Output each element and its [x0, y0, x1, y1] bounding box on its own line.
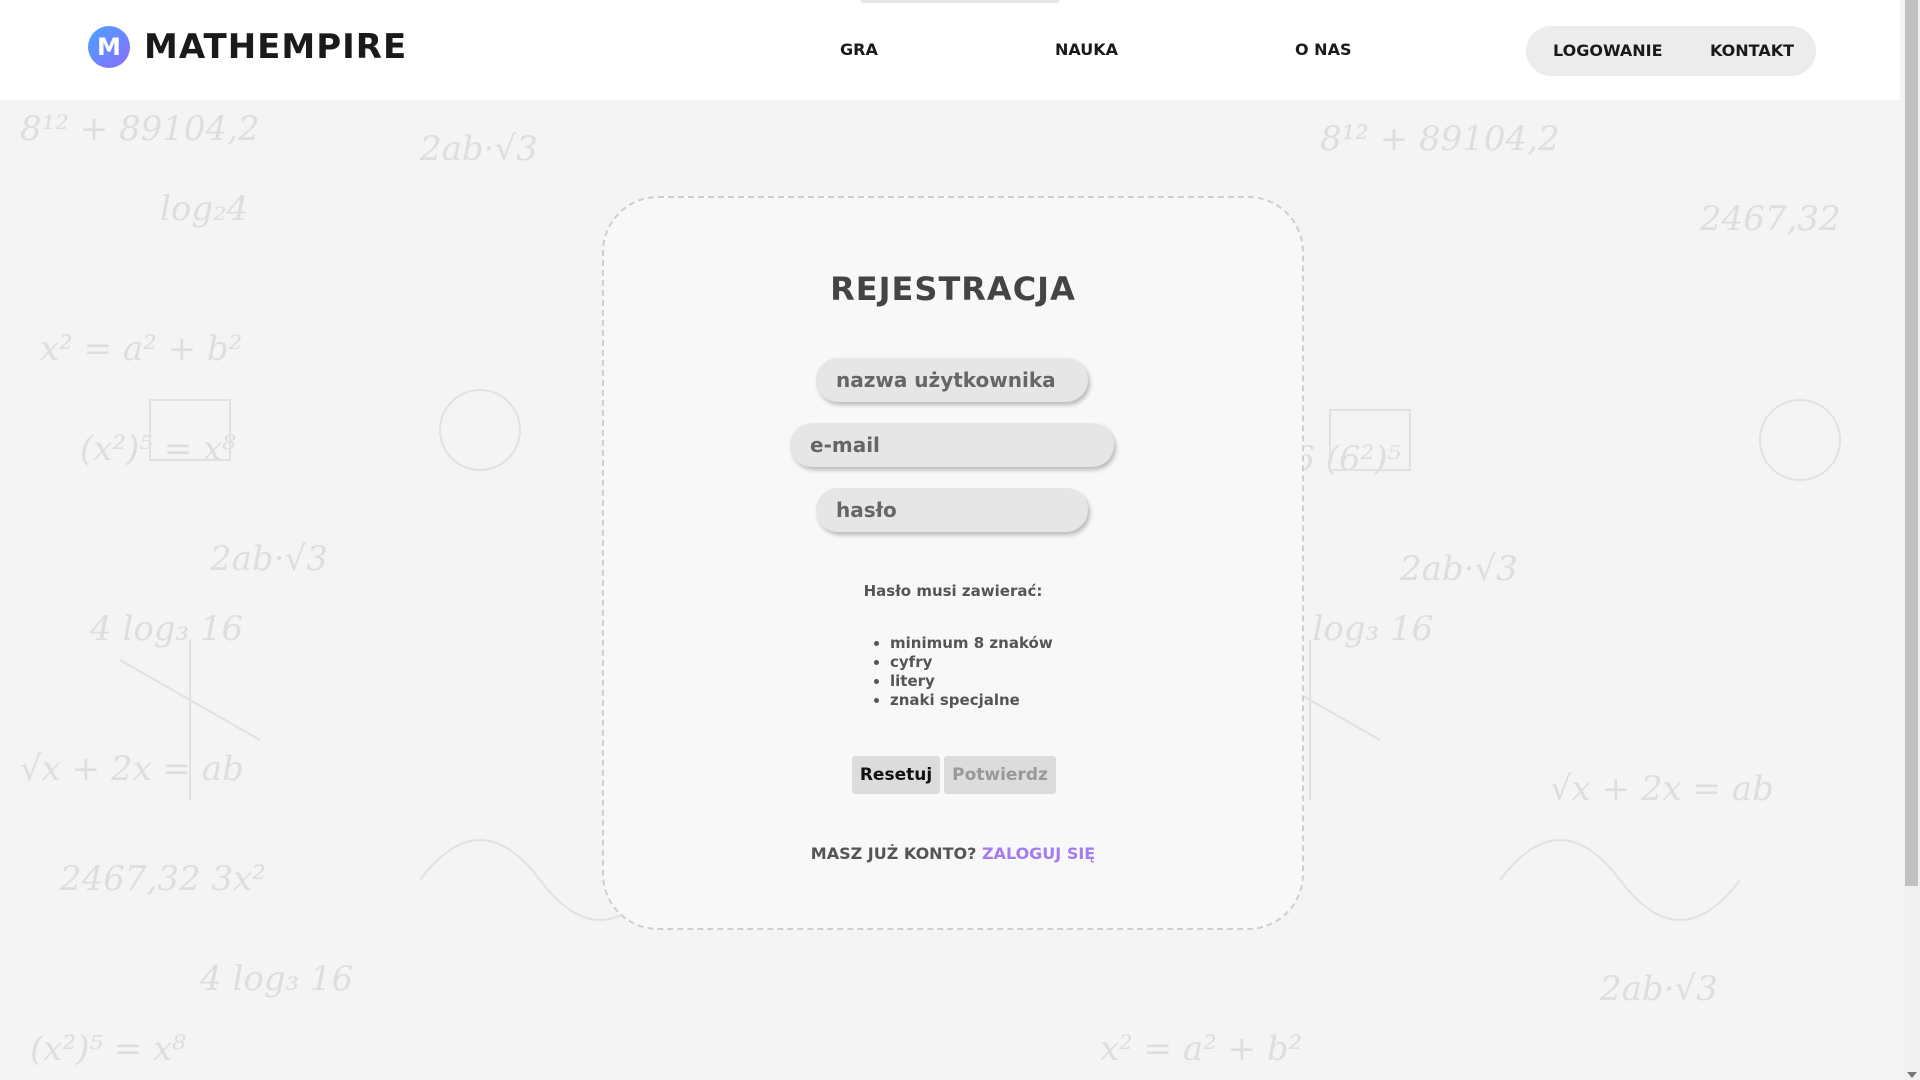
password-rules-heading: Hasło musi zawierać: [863, 582, 1043, 600]
username-field[interactable] [816, 358, 1088, 402]
scrollbar-thumb[interactable] [1905, 0, 1918, 886]
site-header: M MATHEMPIRE GRA NAUKA O NAS LOGOWANIE K… [0, 0, 1900, 100]
svg-text:2467,32 3x²: 2467,32 3x² [59, 859, 266, 899]
svg-text:8¹² + 89104,2: 8¹² + 89104,2 [1320, 119, 1560, 159]
password-rule: minimum 8 znaków [890, 634, 1053, 653]
login-link[interactable]: ZALOGUJ SIĘ [982, 844, 1095, 863]
svg-text:log₂4: log₂4 [160, 189, 248, 229]
svg-text:x² = a² + b²: x² = a² + b² [40, 329, 242, 369]
email-field[interactable] [790, 423, 1114, 467]
svg-text:2ab·√3: 2ab·√3 [1599, 969, 1718, 1009]
svg-text:√x + 2x = ab: √x + 2x = ab [1550, 769, 1774, 809]
password-field[interactable] [816, 488, 1088, 532]
svg-text:(x²)⁵ = x⁸: (x²)⁵ = x⁸ [80, 429, 236, 469]
nav-item-o-nas[interactable]: O NAS [1295, 40, 1351, 59]
password-rule: cyfry [890, 653, 1053, 672]
reset-button[interactable]: Resetuj [852, 756, 940, 794]
svg-text:2467,32: 2467,32 [1699, 199, 1841, 239]
page-scrollbar[interactable] [1903, 0, 1920, 1080]
header-top-sliver [860, 0, 1060, 3]
have-account-line: MASZ JUŻ KONTO? ZALOGUJ SIĘ [604, 844, 1302, 863]
brand-logo[interactable]: M MATHEMPIRE [88, 26, 407, 68]
svg-text:8¹² + 89104,2: 8¹² + 89104,2 [20, 109, 260, 149]
registration-card: REJESTRACJA Hasło musi zawierać: minimum… [602, 196, 1304, 930]
svg-text:(x²)⁵ = x⁸: (x²)⁵ = x⁸ [30, 1029, 186, 1069]
page-title: REJESTRACJA [830, 270, 1076, 308]
nav-login-link[interactable]: LOGOWANIE [1553, 41, 1663, 60]
svg-text:x² = a² + b²: x² = a² + b² [1100, 1029, 1302, 1069]
nav-item-gra[interactable]: GRA [840, 40, 878, 59]
logo-icon: M [88, 26, 130, 68]
svg-text:2ab·√3: 2ab·√3 [1399, 549, 1518, 589]
svg-text:2ab·√3: 2ab·√3 [209, 539, 328, 579]
svg-text:4 log₃ 16: 4 log₃ 16 [199, 959, 353, 999]
password-rules-list: minimum 8 znaków cyfry litery znaki spec… [872, 634, 1053, 710]
password-rule: znaki specjalne [890, 691, 1053, 710]
have-account-text: MASZ JUŻ KONTO? [810, 844, 977, 863]
confirm-button[interactable]: Potwierdz [944, 756, 1056, 794]
svg-text:4 log₃ 16: 4 log₃ 16 [89, 609, 243, 649]
svg-text:√x + 2x = ab: √x + 2x = ab [20, 749, 244, 789]
nav-item-nauka[interactable]: NAUKA [1055, 40, 1118, 59]
scroll-down-arrow-icon[interactable] [1907, 1072, 1917, 1078]
nav-contact-link[interactable]: KONTAKT [1710, 41, 1794, 60]
brand-name: MATHEMPIRE [144, 27, 408, 67]
svg-text:2ab·√3: 2ab·√3 [419, 129, 538, 169]
password-rule: litery [890, 672, 1053, 691]
